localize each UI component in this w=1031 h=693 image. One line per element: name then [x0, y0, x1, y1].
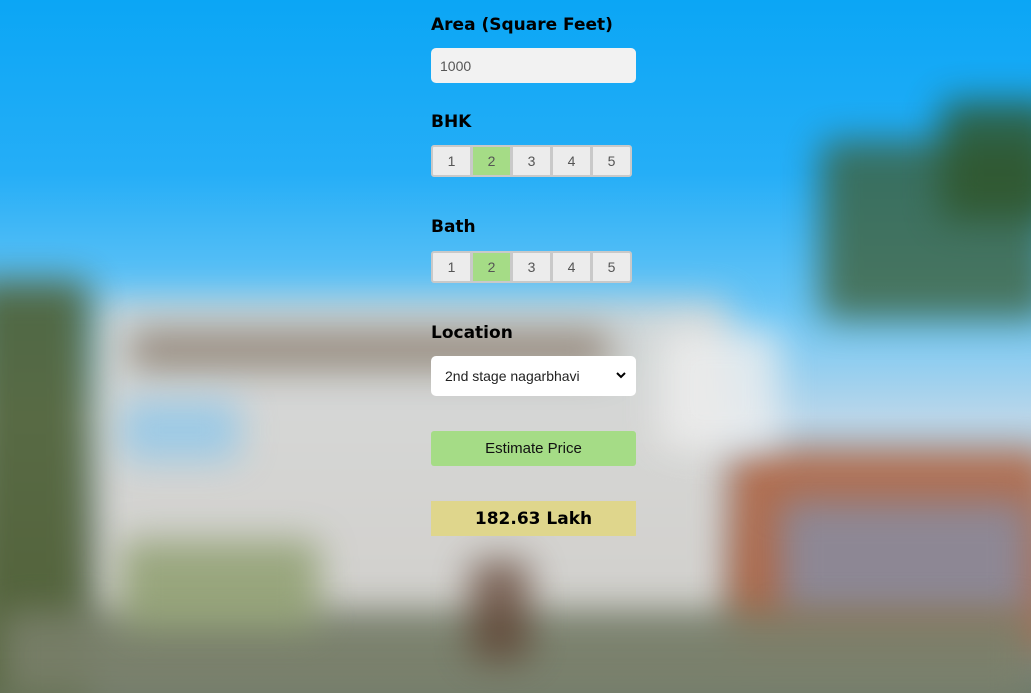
bath-option-4[interactable]: 4 — [551, 251, 592, 283]
background-image — [0, 0, 1031, 693]
bath-label: Bath — [431, 217, 476, 237]
estimated-price-result: 182.63 Lakh — [431, 501, 636, 536]
bhk-option-2[interactable]: 2 — [471, 145, 512, 177]
area-input[interactable] — [431, 48, 636, 83]
area-label: Area (Square Feet) — [431, 15, 613, 35]
bath-option-1[interactable]: 1 — [431, 251, 472, 283]
bath-option-3[interactable]: 3 — [511, 251, 552, 283]
location-label: Location — [431, 323, 513, 343]
location-selected-value: 2nd stage nagarbhavi — [445, 368, 580, 384]
bhk-option-1[interactable]: 1 — [431, 145, 472, 177]
bath-option-5[interactable]: 5 — [591, 251, 632, 283]
estimate-price-button[interactable]: Estimate Price — [431, 431, 636, 466]
bhk-option-5[interactable]: 5 — [591, 145, 632, 177]
bhk-option-3[interactable]: 3 — [511, 145, 552, 177]
bath-selector: 1 2 3 4 5 — [431, 251, 636, 283]
bhk-option-4[interactable]: 4 — [551, 145, 592, 177]
location-select[interactable]: 2nd stage nagarbhavi — [431, 356, 636, 396]
bhk-selector: 1 2 3 4 5 — [431, 145, 636, 177]
bath-option-2[interactable]: 2 — [471, 251, 512, 283]
bhk-label: BHK — [431, 112, 472, 132]
chevron-down-icon — [615, 368, 627, 384]
